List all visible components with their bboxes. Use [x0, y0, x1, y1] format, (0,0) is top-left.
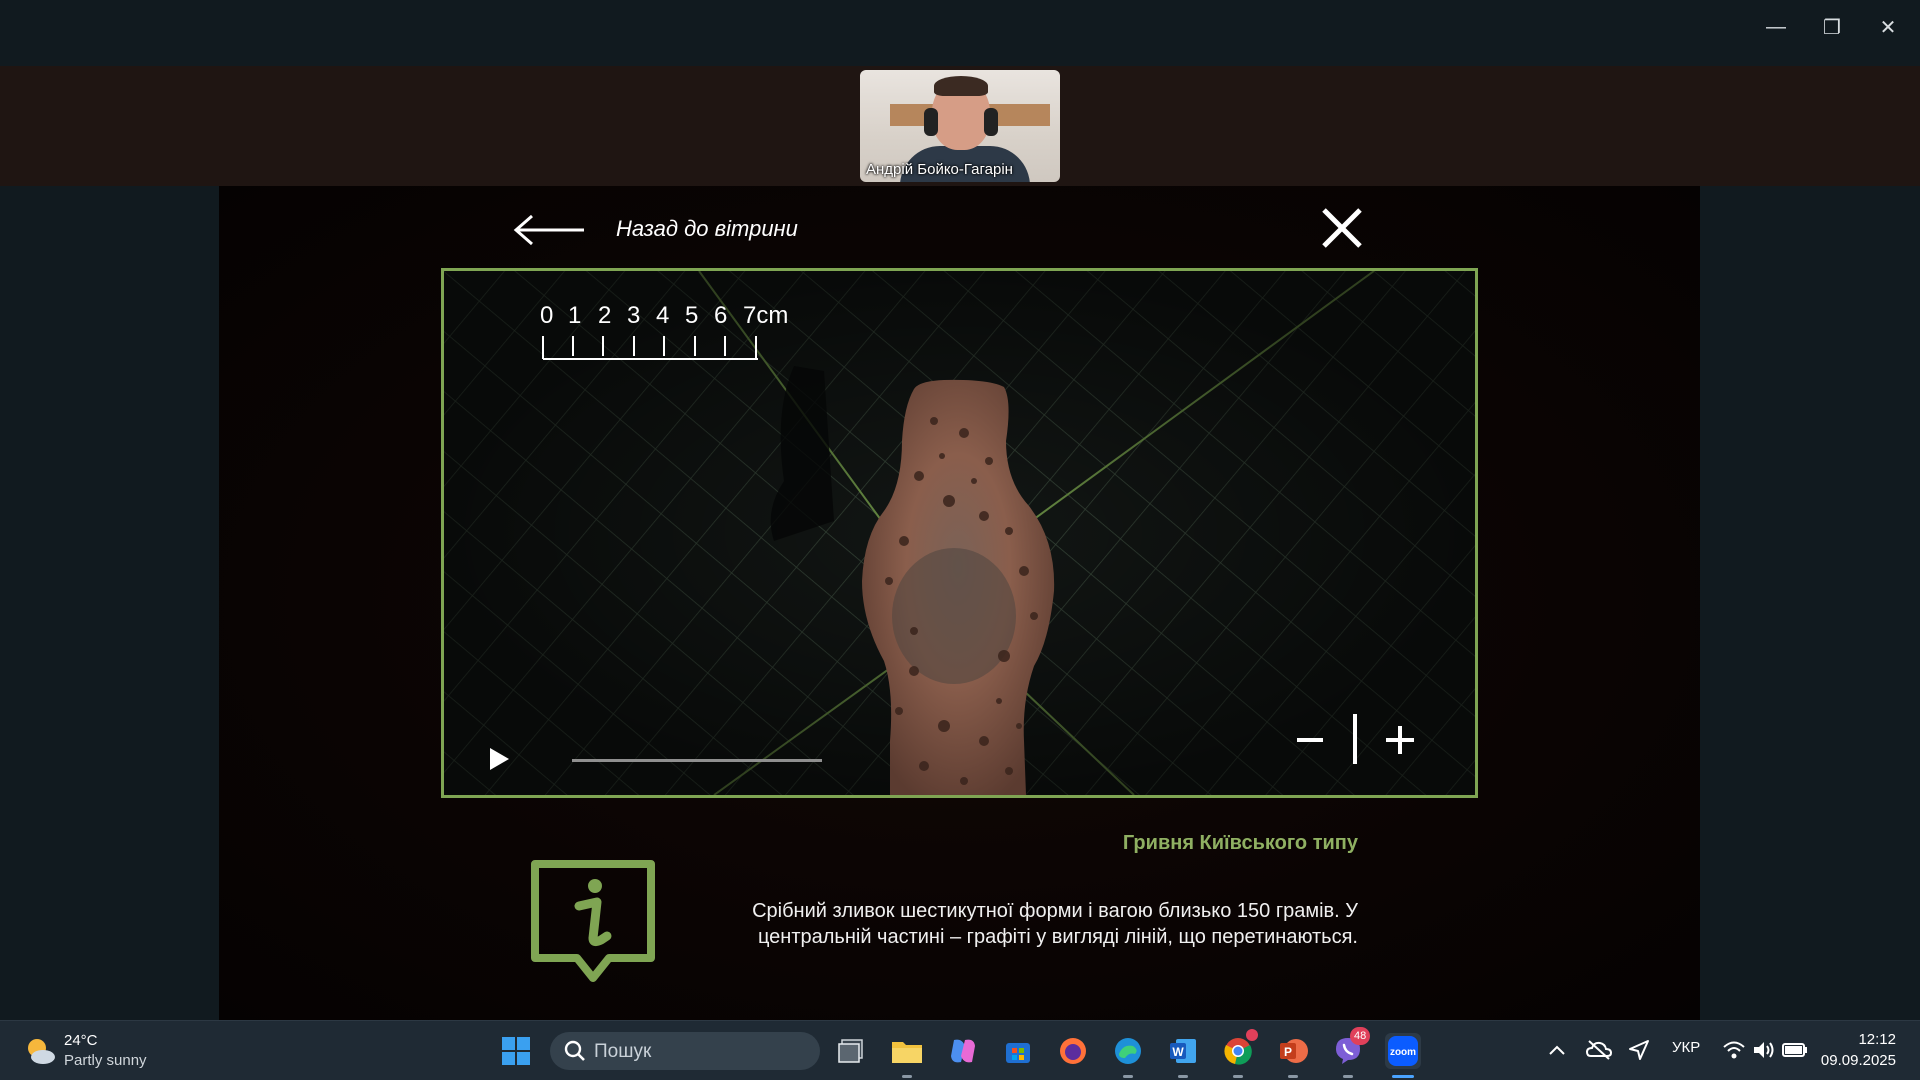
zoom-out-icon[interactable]: [1295, 725, 1325, 755]
restore-icon: ❐: [1823, 16, 1841, 39]
taskbar-clock-time[interactable]: 12:12: [1858, 1031, 1896, 1048]
close-window-button[interactable]: ✕: [1868, 10, 1908, 44]
task-view-icon: [838, 1039, 863, 1063]
battery-charging-icon[interactable]: [1782, 1041, 1808, 1059]
participant-video-tile[interactable]: Андрій Бойко-Гагарін: [860, 70, 1060, 182]
location-icon[interactable]: [1628, 1039, 1650, 1061]
windows-icon: [502, 1037, 530, 1065]
svg-text:W: W: [1172, 1045, 1184, 1059]
search-placeholder: Пошук: [594, 1041, 652, 1062]
microsoft-store-button[interactable]: [1000, 1033, 1036, 1069]
weather-temperature[interactable]: 24°C: [64, 1032, 98, 1049]
running-indicator: [1343, 1075, 1353, 1078]
info-icon: [531, 860, 655, 982]
minimize-button[interactable]: —: [1756, 10, 1796, 44]
word-icon: W: [1170, 1039, 1196, 1063]
svg-text:P: P: [1284, 1045, 1292, 1059]
svg-text:zoom: zoom: [1390, 1047, 1416, 1058]
zoom-in-icon[interactable]: [1384, 724, 1416, 756]
zoom-divider: [1353, 714, 1357, 764]
rotation-progress-bar[interactable]: [572, 759, 822, 762]
exhibit-description: Срібний зливок шестикутної форми і вагою…: [752, 900, 1358, 948]
ruler-ticks: [542, 336, 758, 360]
minimize-icon: —: [1766, 15, 1786, 38]
restore-button[interactable]: ❐: [1812, 10, 1852, 44]
taskbar-search-input[interactable]: Пошук: [550, 1032, 820, 1070]
chevron-up-icon[interactable]: [1548, 1043, 1566, 1057]
wifi-icon[interactable]: [1722, 1039, 1746, 1061]
file-explorer-button[interactable]: [889, 1033, 925, 1069]
volume-icon[interactable]: [1752, 1039, 1776, 1061]
firefox-button[interactable]: [1055, 1033, 1091, 1069]
zoom-titlebar: — ❐ ✕: [0, 0, 1920, 66]
copilot-icon: [951, 1039, 975, 1063]
powerpoint-icon: P: [1280, 1039, 1308, 1063]
ruler-label: 7cm: [743, 302, 789, 329]
viber-button[interactable]: 48: [1330, 1027, 1371, 1069]
chrome-profile-badge: [1246, 1029, 1258, 1041]
powerpoint-button[interactable]: P: [1275, 1033, 1311, 1069]
task-view-button[interactable]: [834, 1033, 870, 1069]
viber-notification-badge: 48: [1350, 1027, 1371, 1045]
windows-taskbar: 24°C Partly sunny Пошук W P 48 zoom УКР …: [0, 1020, 1920, 1080]
close-viewer-icon[interactable]: [1320, 206, 1364, 250]
weather-description[interactable]: Partly sunny: [64, 1052, 147, 1069]
headset-icon: [924, 108, 938, 136]
back-arrow-icon[interactable]: [510, 212, 586, 248]
edge-icon: [1115, 1038, 1141, 1064]
exhibit-title: Гривня Київського типу: [1122, 832, 1358, 854]
running-indicator: [1123, 1075, 1133, 1078]
partly-sunny-icon[interactable]: [24, 1035, 56, 1067]
start-button[interactable]: [498, 1033, 534, 1069]
ruler-label: 5: [685, 302, 699, 329]
chrome-button[interactable]: [1220, 1029, 1258, 1069]
headset-icon: [984, 108, 998, 136]
copilot-button[interactable]: [945, 1033, 981, 1069]
running-indicator: [1288, 1075, 1298, 1078]
running-indicator: [1178, 1075, 1188, 1078]
ruler-label: 4: [656, 302, 670, 329]
ruler-label: 1: [568, 302, 582, 329]
active-indicator: [1392, 1075, 1414, 1078]
ruler-label: 6: [714, 302, 728, 329]
language-indicator[interactable]: УКР: [1672, 1039, 1700, 1056]
running-indicator: [902, 1075, 912, 1078]
close-icon: ✕: [1879, 16, 1897, 39]
ruler-label: 3: [627, 302, 641, 329]
back-to-showcase-link[interactable]: Назад до вітрини: [616, 216, 798, 242]
word-button[interactable]: W: [1165, 1033, 1201, 1069]
chrome-icon: [1224, 1038, 1252, 1065]
participant-name: Андрій Бойко-Гагарін: [866, 161, 1013, 178]
running-indicator: [1233, 1075, 1243, 1078]
ruler-label: 2: [598, 302, 612, 329]
search-icon: [564, 1040, 585, 1061]
play-icon[interactable]: [487, 746, 511, 772]
participant-hair: [934, 76, 988, 96]
taskbar-clock-date[interactable]: 09.09.2025: [1821, 1052, 1896, 1069]
ruler-label: 0: [540, 302, 554, 329]
zoom-app-button[interactable]: zoom: [1385, 1033, 1421, 1069]
zoom-icon: zoom: [1388, 1036, 1418, 1066]
store-icon: [1006, 1043, 1030, 1063]
firefox-icon: [1060, 1038, 1086, 1064]
folder-icon: [892, 1042, 922, 1063]
edge-button[interactable]: [1110, 1033, 1146, 1069]
onedrive-offline-icon[interactable]: [1586, 1039, 1612, 1061]
